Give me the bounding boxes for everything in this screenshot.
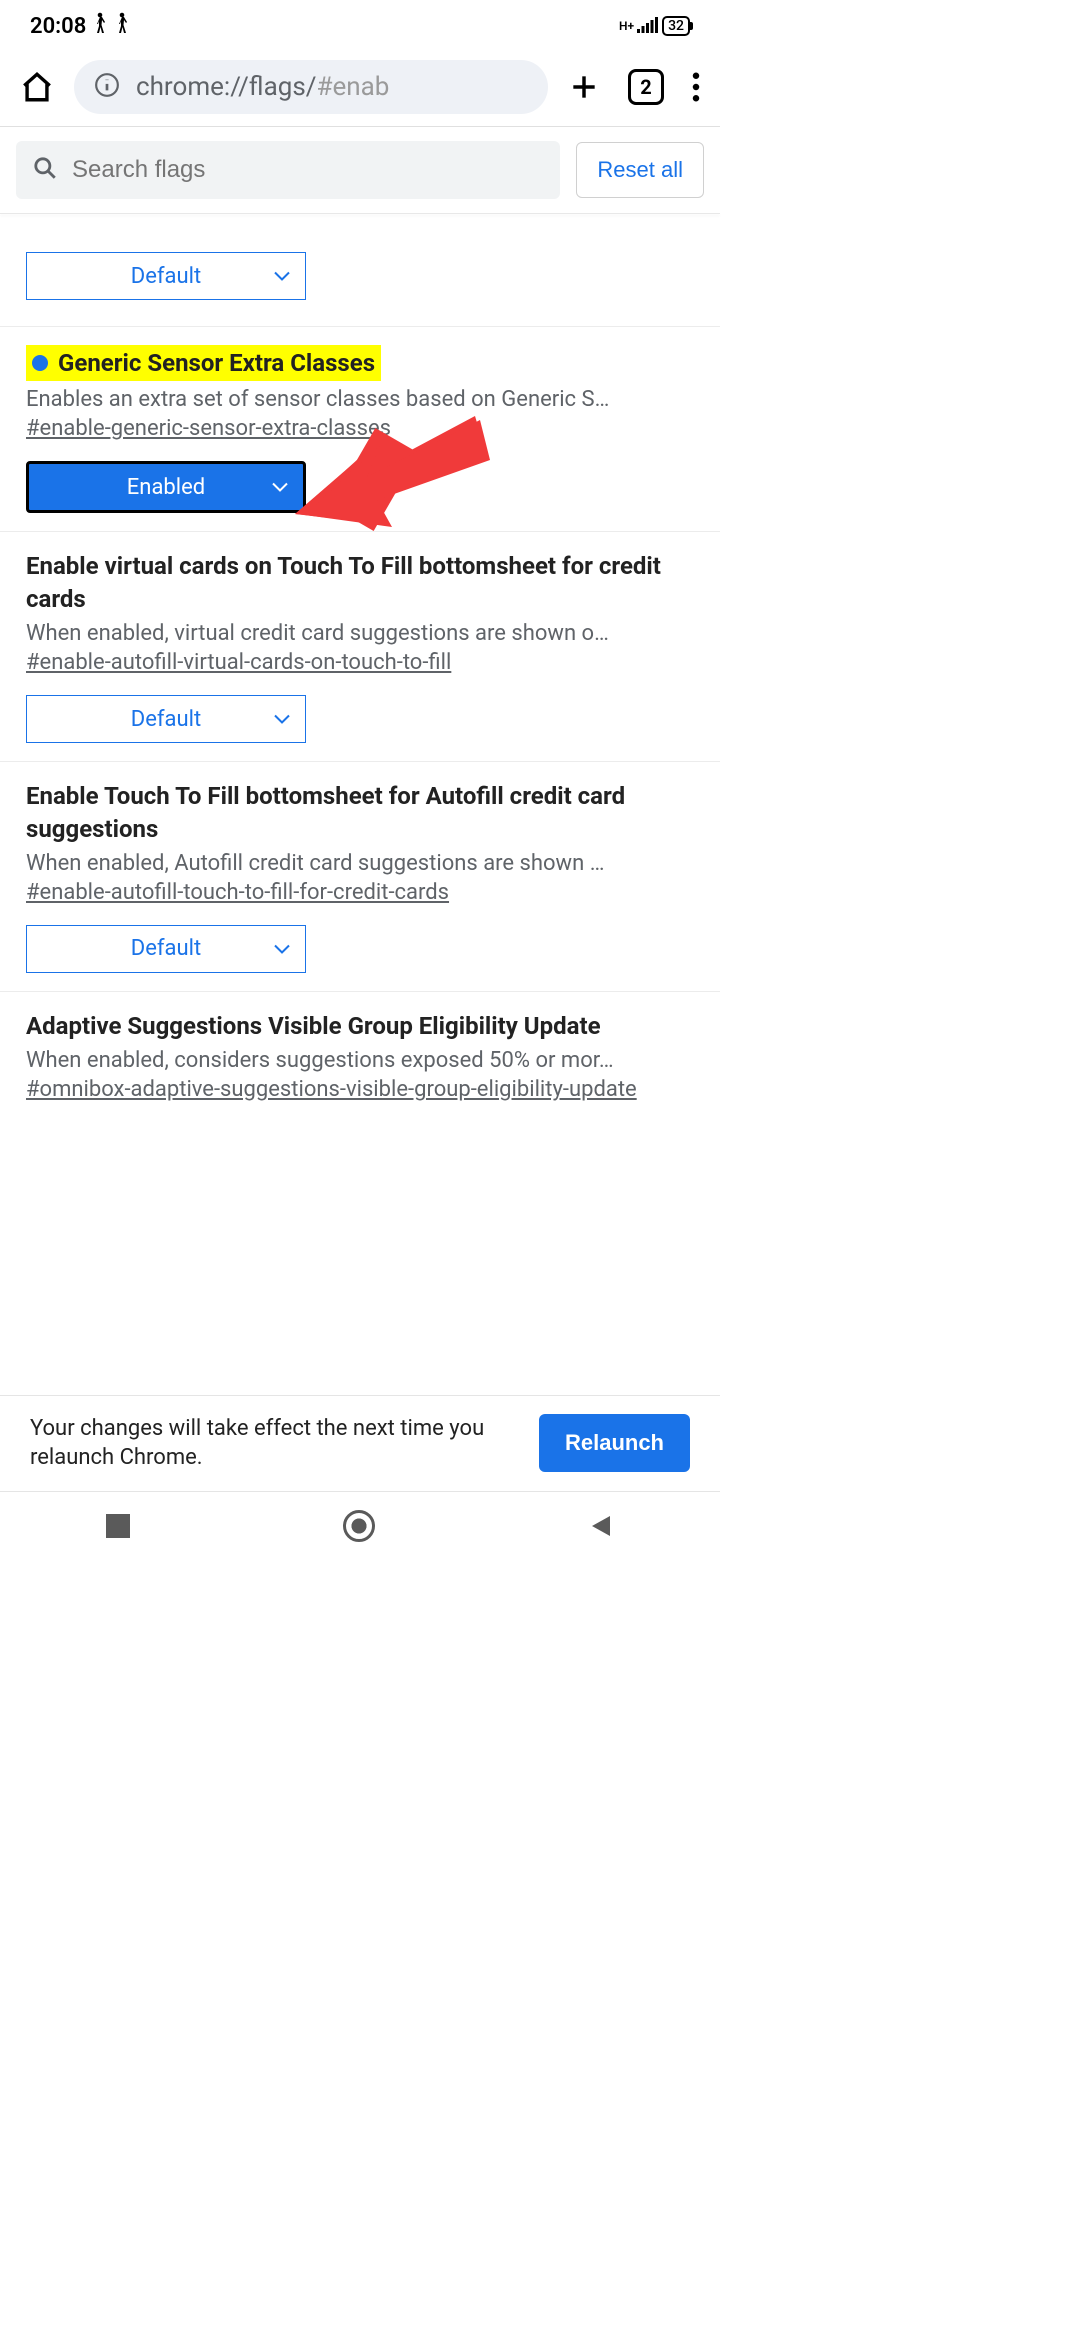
flag-title: Enable Touch To Fill bottomsheet for Aut…	[26, 780, 694, 845]
flag-description: When enabled, virtual credit card sugges…	[26, 621, 694, 646]
flags-list: Default Generic Sensor Extra Classes Ena…	[0, 214, 720, 1120]
flag-anchor[interactable]: #enable-generic-sensor-extra-classes	[26, 416, 694, 441]
pedestrian-icon	[92, 12, 108, 40]
flag-select[interactable]: Default	[26, 252, 306, 300]
search-input[interactable]	[72, 156, 544, 184]
relaunch-bar: Your changes will take effect the next t…	[0, 1395, 720, 1492]
menu-button[interactable]	[684, 64, 708, 110]
info-icon	[94, 72, 120, 102]
flag-description: When enabled, considers suggestions expo…	[26, 1048, 694, 1073]
chevron-down-icon	[271, 475, 289, 500]
flag-item: Enable Touch To Fill bottomsheet for Aut…	[0, 762, 720, 992]
flag-anchor[interactable]: #enable-autofill-touch-to-fill-for-credi…	[26, 880, 694, 905]
relaunch-message: Your changes will take effect the next t…	[30, 1414, 525, 1473]
flag-select[interactable]: Default	[26, 925, 306, 973]
flag-item: Generic Sensor Extra Classes Enables an …	[0, 327, 720, 532]
relaunch-button[interactable]: Relaunch	[539, 1414, 690, 1472]
reset-all-button[interactable]: Reset all	[576, 142, 704, 198]
recents-button[interactable]	[106, 1514, 130, 1538]
flag-description: When enabled, Autofill credit card sugge…	[26, 851, 694, 876]
flag-title: Adaptive Suggestions Visible Group Eligi…	[26, 1010, 694, 1042]
flag-select[interactable]: Enabled	[26, 461, 306, 513]
search-box[interactable]	[16, 141, 560, 199]
flag-description: Enables an extra set of sensor classes b…	[26, 387, 694, 412]
chevron-down-icon	[273, 936, 291, 961]
browser-toolbar: chrome://flags/#enab 2	[0, 48, 720, 126]
home-button-system[interactable]	[343, 1510, 375, 1542]
flag-title: Enable virtual cards on Touch To Fill bo…	[26, 550, 694, 615]
tab-switcher-button[interactable]: 2	[620, 61, 672, 113]
url-text: chrome://flags/#enab	[136, 72, 389, 102]
system-nav-bar	[0, 1492, 720, 1560]
home-button[interactable]	[12, 62, 62, 112]
flag-item: Adaptive Suggestions Visible Group Eligi…	[0, 992, 720, 1120]
back-button[interactable]	[588, 1513, 614, 1539]
chevron-down-icon	[273, 264, 291, 289]
clock: 20:08	[30, 14, 86, 39]
flag-anchor[interactable]: #enable-autofill-virtual-cards-on-touch-…	[26, 650, 694, 675]
flag-item: Default	[0, 214, 720, 327]
network-type: H+	[619, 19, 634, 33]
flag-select[interactable]: Default	[26, 695, 306, 743]
status-bar: 20:08 H+ 32	[0, 0, 720, 48]
modified-dot-icon	[32, 355, 48, 371]
new-tab-button[interactable]	[560, 63, 608, 111]
search-icon	[32, 155, 58, 185]
search-row: Reset all	[0, 127, 720, 213]
flag-title: Generic Sensor Extra Classes	[26, 345, 381, 381]
signal-icon	[636, 14, 658, 39]
flag-anchor[interactable]: #omnibox-adaptive-suggestions-visible-gr…	[26, 1077, 694, 1102]
battery-icon: 32	[662, 16, 690, 36]
pedestrian-icon	[114, 12, 130, 40]
url-bar[interactable]: chrome://flags/#enab	[74, 60, 548, 114]
flag-item: Enable virtual cards on Touch To Fill bo…	[0, 532, 720, 762]
chevron-down-icon	[273, 707, 291, 732]
